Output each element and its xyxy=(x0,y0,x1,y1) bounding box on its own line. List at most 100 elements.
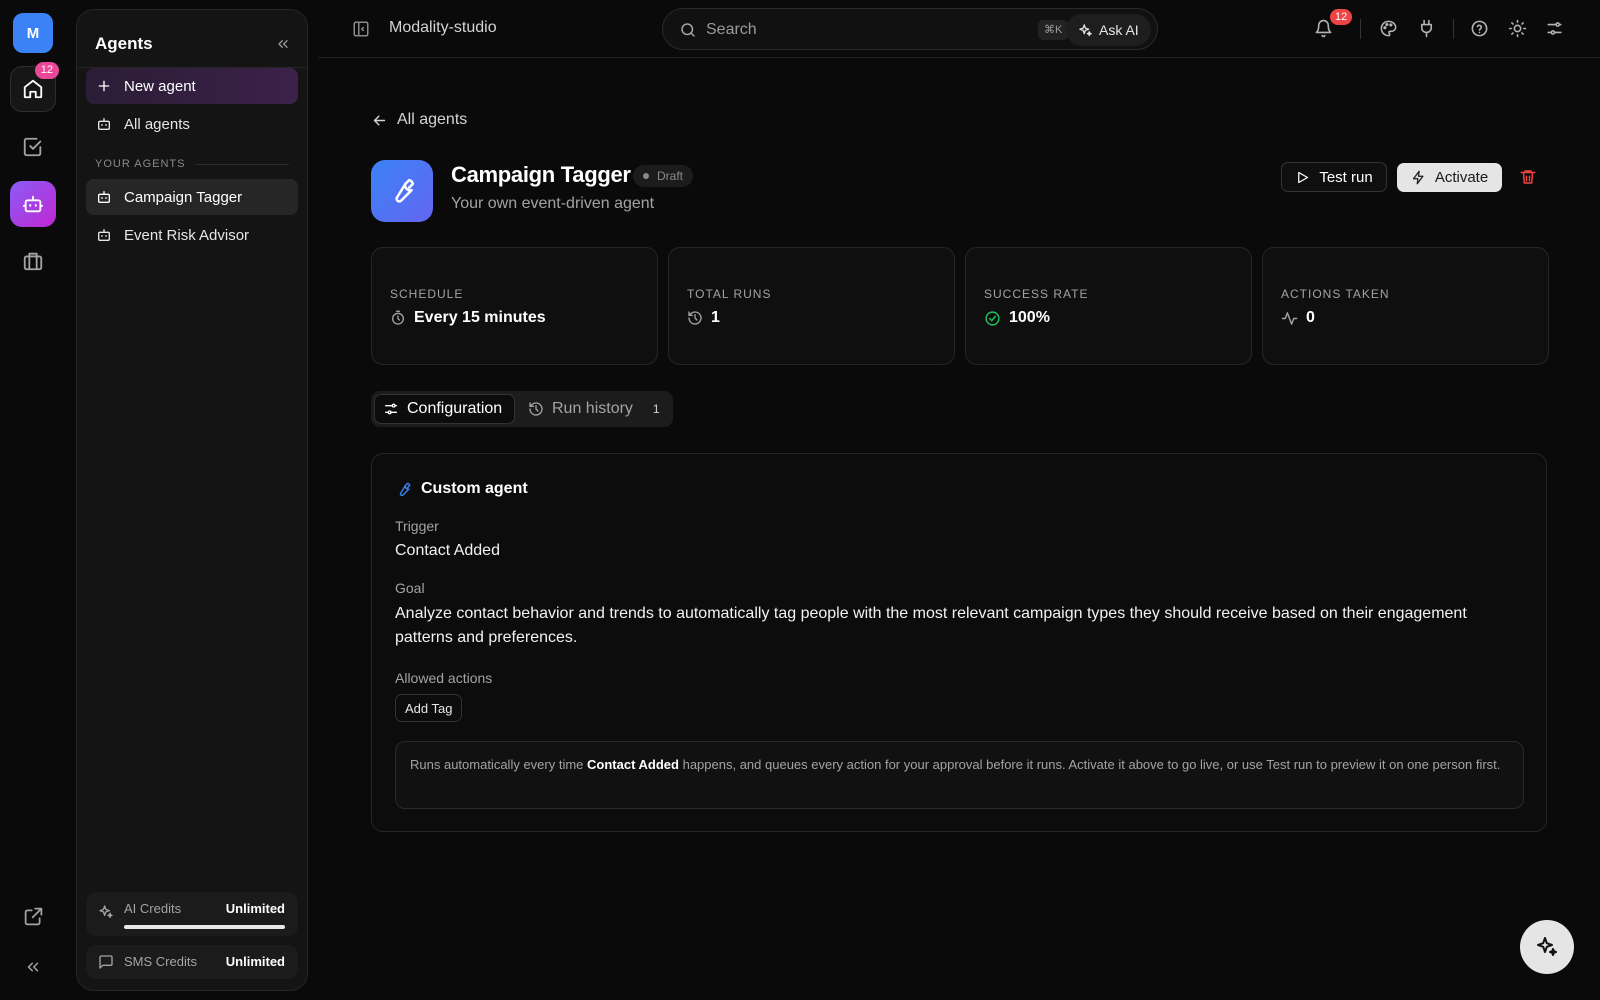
ask-ai-label: Ask AI xyxy=(1099,22,1139,38)
play-icon xyxy=(1295,170,1310,185)
rail-tasks-button[interactable] xyxy=(10,124,56,170)
info-trigger-name: Contact Added xyxy=(587,757,679,772)
status-label: Draft xyxy=(657,169,684,183)
theme-toggle-button[interactable] xyxy=(1508,19,1527,38)
theme-palette-button[interactable] xyxy=(1379,19,1398,38)
briefcase-icon xyxy=(22,250,44,272)
integrations-button[interactable] xyxy=(1417,19,1436,38)
sms-credits-panel: SMS Credits Unlimited xyxy=(86,945,298,979)
stat-label: SCHEDULE xyxy=(390,287,464,301)
rail-briefcase-button[interactable] xyxy=(10,238,56,284)
app-rail: M 12 xyxy=(0,0,66,1000)
stat-card-total-runs: TOTAL RUNS 1 xyxy=(668,247,955,365)
help-circle-icon xyxy=(1470,19,1489,38)
delete-agent-button[interactable] xyxy=(1519,168,1537,186)
wrench-icon xyxy=(387,176,417,206)
rail-agents-button[interactable] xyxy=(10,181,56,227)
ai-credits-bar xyxy=(124,925,285,929)
stat-card-actions-taken: ACTIONS TAKEN 0 xyxy=(1262,247,1549,365)
home-badge: 12 xyxy=(34,62,59,79)
sliders-icon xyxy=(1545,19,1564,38)
notifications-badge: 12 xyxy=(1330,9,1353,25)
rail-home-button[interactable]: 12 xyxy=(10,62,59,112)
notifications-button[interactable] xyxy=(1314,19,1333,38)
sidebar-collapse-button[interactable] xyxy=(275,36,291,52)
back-label: All agents xyxy=(397,111,468,128)
ai-credits-panel: AI Credits Unlimited xyxy=(86,892,298,936)
agent-subtitle: Your own event-driven agent xyxy=(451,195,655,212)
info-note: Runs automatically every time Contact Ad… xyxy=(395,741,1524,809)
wrench-icon xyxy=(395,481,412,498)
stat-label: SUCCESS RATE xyxy=(984,287,1089,301)
stat-value-text: 1 xyxy=(711,309,720,326)
status-dot xyxy=(643,173,649,179)
help-button[interactable] xyxy=(1470,19,1489,38)
stat-value: 0 xyxy=(1281,309,1315,327)
search-input[interactable]: Search xyxy=(706,21,757,39)
chevrons-left-icon xyxy=(275,36,291,52)
trash-icon xyxy=(1519,168,1537,186)
info-text-pre: Runs automatically every time xyxy=(410,757,588,772)
test-run-button[interactable]: Test run xyxy=(1281,162,1387,192)
tab-label: Run history xyxy=(552,400,633,417)
sidebar-item-label: All agents xyxy=(124,115,190,133)
ai-credits-label: AI Credits xyxy=(124,901,182,916)
configuration-card: Custom agent Trigger Contact Added Goal … xyxy=(371,453,1547,832)
trigger-value: Contact Added xyxy=(395,542,500,559)
chevrons-left-icon xyxy=(24,958,42,976)
ai-assistant-fab[interactable] xyxy=(1520,920,1574,974)
checkbox-icon xyxy=(22,136,44,158)
workspace-name[interactable]: Modality-studio xyxy=(389,19,497,37)
stat-value: 100% xyxy=(984,309,1050,327)
ask-ai-button[interactable]: Ask AI xyxy=(1066,14,1151,46)
sun-icon xyxy=(1508,19,1527,38)
agent-avatar xyxy=(371,160,433,222)
activate-button[interactable]: Activate xyxy=(1397,163,1502,192)
stat-label: ACTIONS TAKEN xyxy=(1281,287,1390,301)
goal-label: Goal xyxy=(395,580,425,596)
search-bar[interactable]: Search ⌘K Ask AI xyxy=(662,8,1158,50)
workspace-avatar[interactable]: M xyxy=(13,13,53,53)
message-square-icon xyxy=(98,954,114,970)
your-agents-section-header: YOUR AGENTS xyxy=(95,158,289,170)
stat-value-text: 100% xyxy=(1009,309,1050,326)
bot-icon xyxy=(96,189,112,205)
bot-icon xyxy=(22,193,44,215)
home-icon xyxy=(22,78,44,100)
sms-credits-label: SMS Credits xyxy=(124,954,197,969)
agent-title: Campaign Tagger xyxy=(451,162,631,187)
bot-icon xyxy=(96,227,112,243)
test-run-label: Test run xyxy=(1319,168,1373,186)
detail-tabs: Configuration Run history 1 xyxy=(371,391,673,427)
timer-icon xyxy=(390,310,406,326)
panel-toggle-button[interactable] xyxy=(352,20,370,38)
zap-icon xyxy=(1411,170,1426,185)
tab-configuration[interactable]: Configuration xyxy=(374,394,515,424)
sidebar-item-campaign-tagger[interactable]: Campaign Tagger xyxy=(86,179,298,215)
tab-run-history[interactable]: Run history 1 xyxy=(520,394,668,424)
search-icon xyxy=(679,21,697,39)
history-icon xyxy=(687,310,703,326)
sidebar-item-label: Campaign Tagger xyxy=(124,188,243,206)
stat-value: 1 xyxy=(687,309,720,327)
plus-icon xyxy=(96,78,112,94)
bot-icon xyxy=(96,116,112,132)
sidebar-item-all-agents[interactable]: All agents xyxy=(86,106,298,142)
palette-icon xyxy=(1379,19,1398,38)
sidebar-item-event-risk-advisor[interactable]: Event Risk Advisor xyxy=(86,217,298,253)
rail-collapse-button[interactable] xyxy=(10,944,56,990)
check-circle-icon xyxy=(984,310,1001,327)
history-icon xyxy=(528,401,544,417)
sidebar-item-label: Event Risk Advisor xyxy=(124,226,250,244)
stat-value-text: 0 xyxy=(1306,309,1315,326)
settings-button[interactable] xyxy=(1545,19,1564,38)
external-link-icon xyxy=(23,906,44,927)
rail-external-link-button[interactable] xyxy=(10,893,56,939)
bell-icon xyxy=(1314,19,1333,38)
new-agent-button[interactable]: New agent xyxy=(86,68,298,104)
status-badge: Draft xyxy=(633,165,694,187)
topbar-separator xyxy=(1360,19,1361,39)
ai-credits-value: Unlimited xyxy=(225,901,285,916)
back-to-all-agents-link[interactable]: All agents xyxy=(371,111,467,129)
allowed-action-chip: Add Tag xyxy=(395,694,463,722)
